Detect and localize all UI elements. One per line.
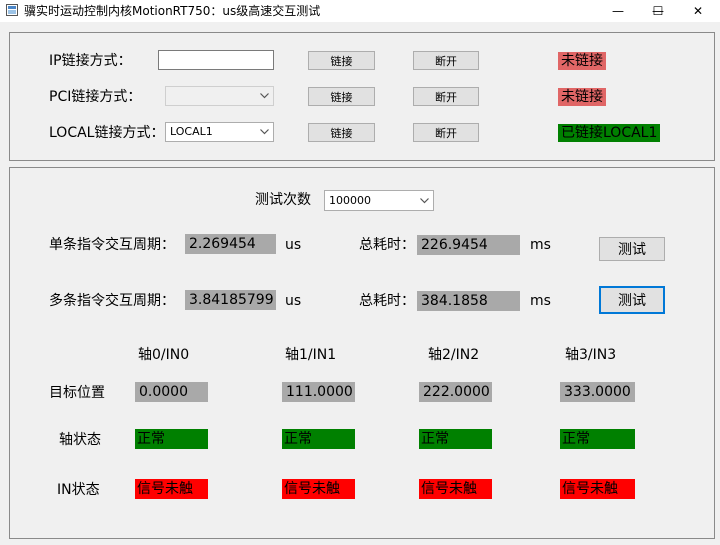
input-3-state: 信号未触: [560, 479, 635, 499]
chevron-down-icon: [258, 123, 270, 141]
ip-disconnect-button[interactable]: 断开: [413, 51, 479, 70]
axis-1-state: 正常: [282, 429, 355, 449]
local-disconnect-button[interactable]: 断开: [413, 123, 479, 142]
single-test-button[interactable]: 测试: [599, 237, 665, 261]
input-2-state: 信号未触: [419, 479, 492, 499]
pci-label: PCI链接方式：: [49, 89, 142, 105]
multi-cycle-label: 多条指令交互周期：: [49, 293, 175, 309]
single-cycle-value: 2.269454: [185, 234, 276, 254]
pci-status-badge: 未链接: [558, 88, 606, 106]
axis-1-header: 轴1/IN1: [285, 347, 337, 363]
close-button[interactable]: ✕: [678, 0, 718, 22]
local-select[interactable]: LOCAL1: [165, 122, 274, 142]
axis-0-state: 正常: [135, 429, 208, 449]
chevron-down-icon: [258, 87, 270, 105]
test-count-label: 测试次数: [255, 192, 311, 208]
input-state-label: IN状态: [57, 482, 100, 498]
single-cycle-label: 单条指令交互周期：: [49, 237, 175, 253]
local-select-value: LOCAL1: [170, 125, 213, 138]
ip-address-input[interactable]: [158, 50, 274, 70]
single-cycle-unit: us: [285, 237, 302, 253]
test-count-value: 100000: [329, 194, 371, 207]
axis-2-header: 轴2/IN2: [428, 347, 480, 363]
multi-cycle-value: 3.84185799: [185, 290, 276, 310]
input-1-state: 信号未触: [282, 479, 355, 499]
test-count-select[interactable]: 100000: [324, 190, 434, 211]
pci-link-button[interactable]: 链接: [308, 87, 375, 106]
axis-3-state: 正常: [560, 429, 635, 449]
axis-3-target: 333.0000: [560, 382, 635, 402]
local-label: LOCAL链接方式：: [49, 125, 165, 141]
close-icon: ✕: [692, 4, 704, 18]
axis-0-target: 0.0000: [135, 382, 208, 402]
multi-total-label: 总耗时：: [359, 293, 415, 309]
axis-2-target: 222.0000: [419, 382, 492, 402]
multi-total-unit: ms: [530, 293, 551, 309]
ip-status-badge: 未链接: [558, 52, 606, 70]
minimize-button-2[interactable]: —: [598, 0, 638, 22]
axis-2-state: 正常: [419, 429, 492, 449]
axis-state-label: 轴状态: [59, 432, 101, 448]
multi-total-value: 384.1858: [417, 291, 520, 311]
chevron-down-icon: [418, 191, 430, 210]
minimize-icon: —: [612, 4, 624, 18]
single-total-label: 总耗时：: [359, 237, 415, 253]
local-link-button[interactable]: 链接: [308, 123, 375, 142]
window-title: 骥实时运动控制内核MotionRT750：us级高速交互测试: [24, 4, 321, 18]
maximize-icon: ☐: [652, 4, 664, 18]
axis-1-target: 111.0000: [282, 382, 355, 402]
multi-cycle-unit: us: [285, 293, 302, 309]
pci-select[interactable]: [165, 86, 274, 106]
multi-test-button[interactable]: 测试: [599, 286, 665, 314]
ip-label: IP链接方式：: [49, 53, 132, 69]
target-position-label: 目标位置: [49, 385, 105, 401]
local-status-badge: 已链接LOCAL1: [558, 124, 661, 142]
single-total-unit: ms: [530, 237, 551, 253]
maximize-button[interactable]: ☐: [638, 0, 678, 22]
single-total-value: 226.9454: [417, 235, 520, 255]
input-0-state: 信号未触: [135, 479, 208, 499]
app-icon: [6, 4, 18, 16]
axis-3-header: 轴3/IN3: [565, 347, 617, 363]
axis-0-header: 轴0/IN0: [138, 347, 190, 363]
ip-link-button[interactable]: 链接: [308, 51, 375, 70]
pci-disconnect-button[interactable]: 断开: [413, 87, 479, 106]
